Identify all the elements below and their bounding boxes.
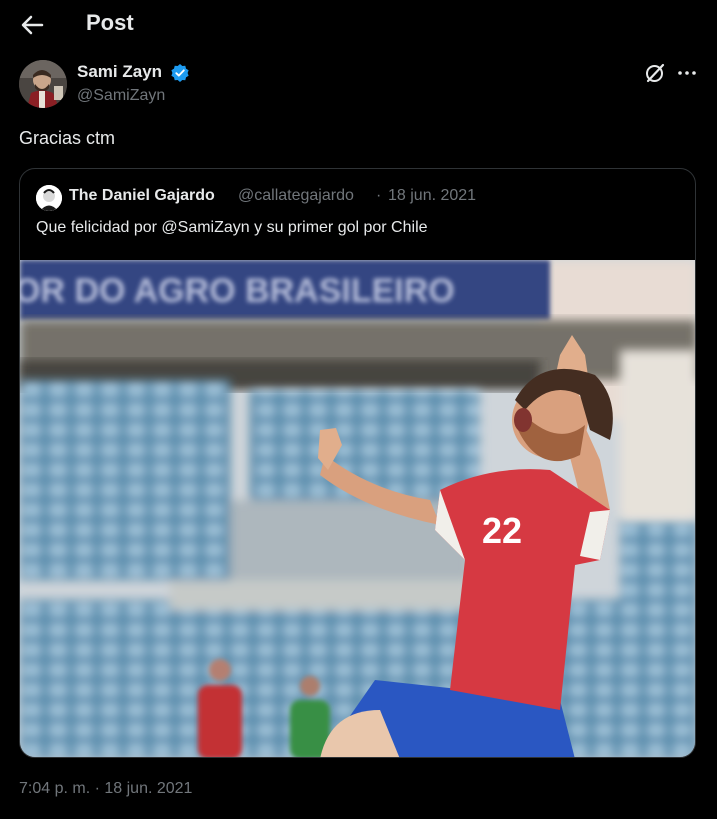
grok-button[interactable]	[643, 61, 667, 85]
more-icon	[678, 71, 696, 75]
post-text: Gracias ctm	[19, 128, 116, 148]
football-celebration-photo: OR DO AGRO BRASILEIRO 22	[20, 260, 695, 757]
verified-badge-icon[interactable]	[170, 63, 190, 83]
quote-date[interactable]: 18 jun. 2021	[388, 187, 476, 205]
quote-text: Que felicidad por @SamiZayn y su primer …	[36, 219, 428, 236]
quoted-post[interactable]: The Daniel Gajardo @callategajardo · 18 …	[19, 168, 696, 758]
author-name[interactable]: Sami Zayn	[77, 62, 162, 82]
quote-media-image[interactable]: OR DO AGRO BRASILEIRO 22	[20, 260, 695, 757]
more-button[interactable]	[675, 61, 699, 85]
header: Post	[0, 0, 717, 50]
quote-separator: ·	[376, 187, 382, 204]
quote-author-name[interactable]: The Daniel Gajardo	[69, 187, 215, 205]
quote-avatar[interactable]	[36, 185, 62, 211]
back-button[interactable]	[18, 12, 46, 38]
author-handle[interactable]: @SamiZayn	[77, 87, 165, 105]
grok-icon	[646, 63, 665, 83]
post-timestamp[interactable]: 7:04 p. m. · 18 jun. 2021	[19, 780, 192, 798]
quote-author-handle[interactable]: @callategajardo	[238, 187, 354, 205]
avatar[interactable]	[19, 60, 67, 108]
back-arrow-icon	[21, 15, 44, 35]
page-title: Post	[86, 10, 134, 35]
